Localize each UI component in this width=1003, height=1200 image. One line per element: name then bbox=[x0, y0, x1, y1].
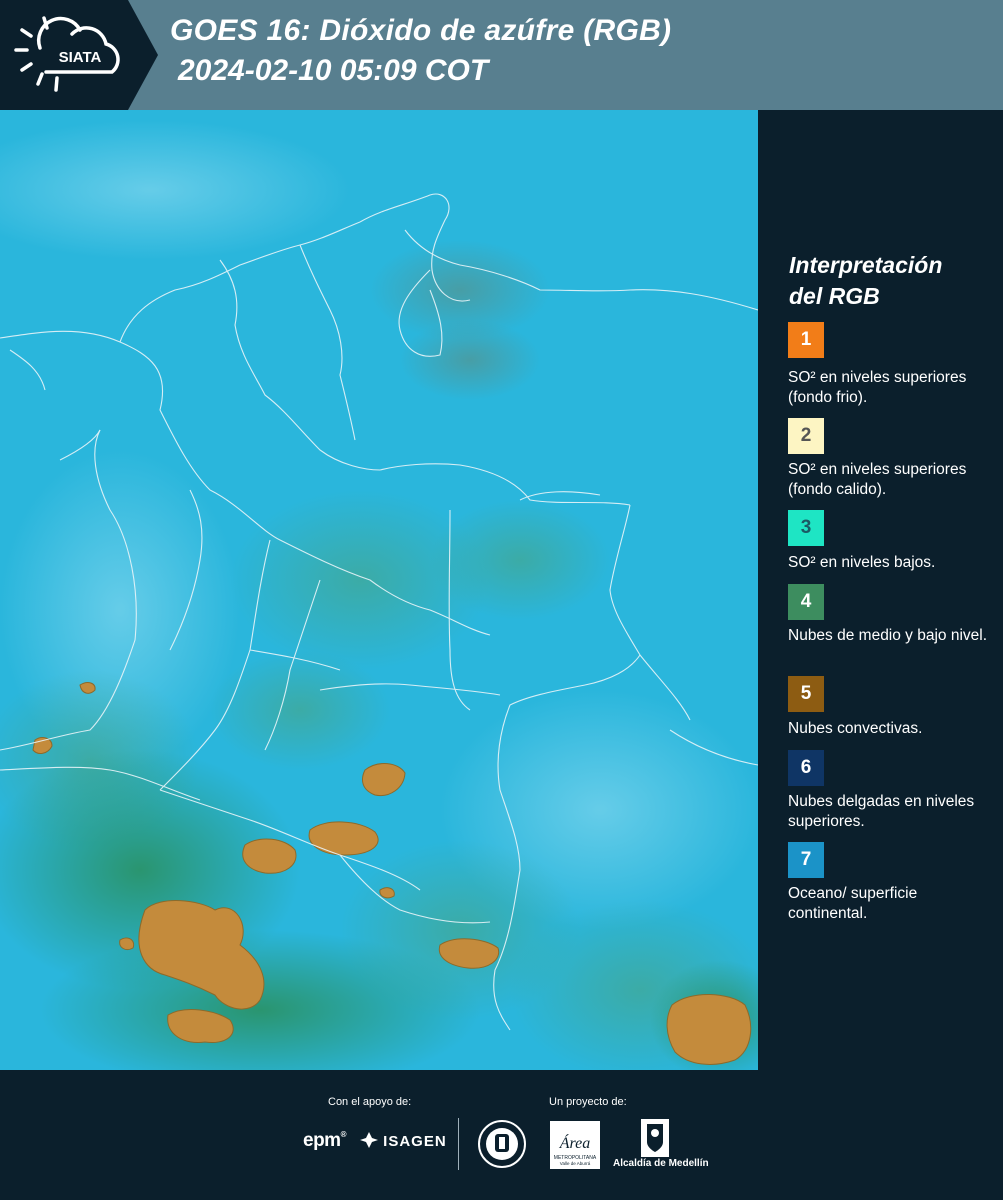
support-label: Con el apoyo de: bbox=[328, 1096, 412, 1108]
legend-swatch-2: 2 bbox=[788, 418, 824, 454]
alcaldia-label: Alcaldía de Medellín bbox=[613, 1158, 709, 1169]
epm-logo: epm® bbox=[303, 1130, 347, 1152]
footer-divider bbox=[458, 1118, 459, 1170]
legend-swatch-4: 4 bbox=[788, 584, 824, 620]
epm-logo-text: epm bbox=[303, 1130, 341, 1151]
legend-swatch-3: 3 bbox=[788, 510, 824, 546]
legend-swatch-6: 6 bbox=[788, 750, 824, 786]
header-bar: SIATA GOES 16: Dióxido de azúfre (RGB) 2… bbox=[0, 0, 1003, 110]
legend-label-5: Nubes convectivas. bbox=[788, 720, 923, 737]
legend-swatch-7: 7 bbox=[788, 842, 824, 878]
legend-label-3: SO² en niveles bajos. bbox=[788, 554, 936, 571]
legend-label-7: Oceano/ superficie continental. bbox=[788, 885, 918, 922]
isagen-logo: ISAGEN bbox=[360, 1132, 447, 1150]
isagen-mark-icon bbox=[360, 1132, 378, 1148]
legend-title-line2: del RGB bbox=[789, 283, 880, 309]
legend-panel: Interpretación del RGB 1 SO² en niveles … bbox=[758, 110, 1003, 1070]
legend-title: Interpretación del RGB bbox=[789, 250, 989, 312]
isagen-logo-text: ISAGEN bbox=[383, 1133, 447, 1150]
page-timestamp: 2024-02-10 05:09 COT bbox=[178, 54, 489, 87]
footer: Con el apoyo de: Un proyecto de: epm® IS… bbox=[0, 1070, 1003, 1200]
project-label: Un proyecto de: bbox=[549, 1096, 627, 1108]
siata-logo-text: SIATA bbox=[59, 49, 102, 66]
satellite-map[interactable] bbox=[0, 110, 758, 1070]
legend-label-2: SO² en niveles superiores (fondo calido)… bbox=[788, 461, 967, 498]
legend-title-line1: Interpretación bbox=[789, 252, 943, 278]
svg-text:Área: Área bbox=[559, 1133, 591, 1152]
registered-mark: ® bbox=[340, 1130, 347, 1139]
legend-label-6: Nubes delgadas en niveles superiores. bbox=[788, 793, 975, 830]
page-title: GOES 16: Dióxido de azúfre (RGB) bbox=[170, 14, 672, 47]
legend-label-1: SO² en niveles superiores (fondo frio). bbox=[788, 369, 967, 406]
area-metropolitana-logo: Área METROPOLITANA Valle de Aburrá bbox=[550, 1121, 600, 1169]
siata-logo: SIATA bbox=[0, 0, 158, 110]
svg-text:Valle de Aburrá: Valle de Aburrá bbox=[560, 1161, 591, 1166]
legend-swatch-1: 1 bbox=[788, 322, 824, 358]
alcaldia-shield-icon bbox=[641, 1119, 669, 1157]
legend-label-4: Nubes de medio y bajo nivel. bbox=[788, 627, 988, 644]
medellin-seal-icon bbox=[478, 1120, 526, 1168]
legend-swatch-5: 5 bbox=[788, 676, 824, 712]
